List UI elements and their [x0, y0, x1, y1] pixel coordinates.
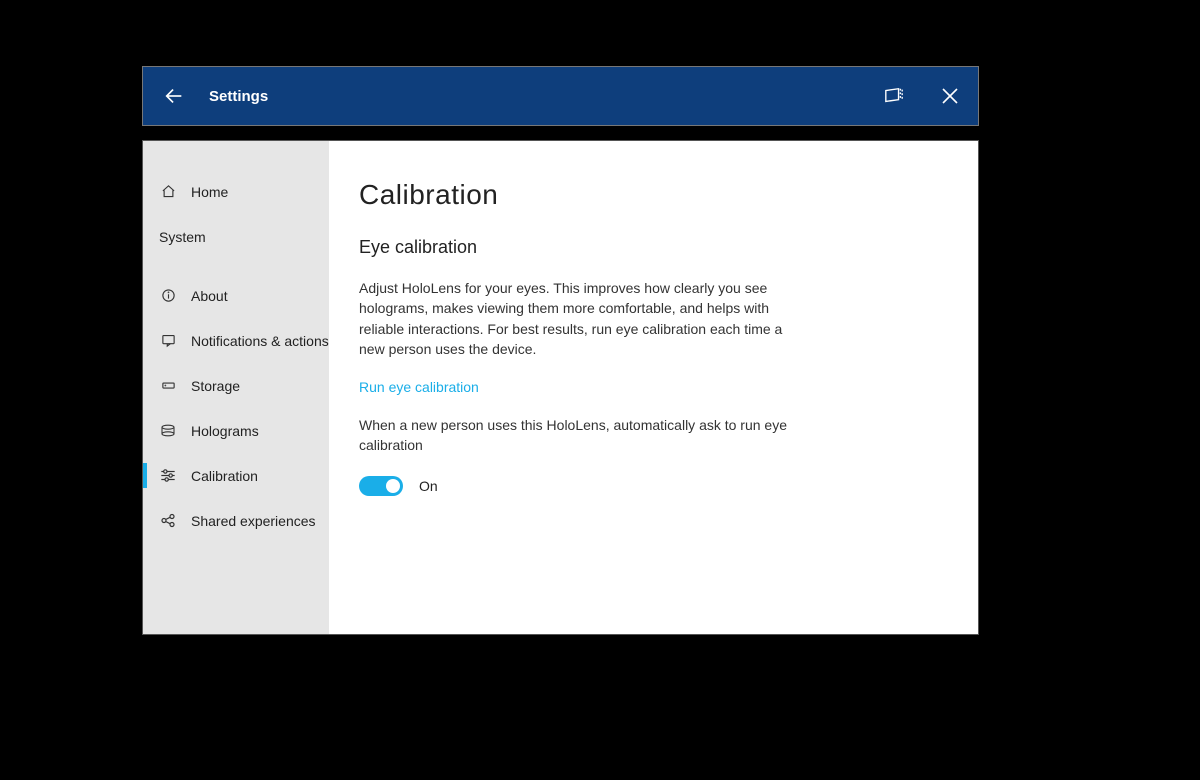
- run-eye-calibration-link[interactable]: Run eye calibration: [359, 379, 479, 395]
- sidebar-item-label: Shared experiences: [191, 513, 316, 529]
- sidebar-item-about[interactable]: About: [143, 273, 329, 318]
- sidebar-category-system[interactable]: System: [143, 214, 329, 259]
- page-title: Calibration: [359, 179, 948, 211]
- settings-window: Home System About: [142, 140, 979, 635]
- auto-calibration-toggle[interactable]: [359, 476, 403, 496]
- sidebar-item-label: Holograms: [191, 423, 259, 439]
- follow-me-button[interactable]: [866, 66, 922, 126]
- sidebar-item-holograms[interactable]: Holograms: [143, 408, 329, 453]
- holograms-icon: [159, 423, 177, 438]
- auto-calibration-toggle-row: On: [359, 476, 948, 496]
- close-icon: [941, 87, 959, 105]
- sidebar-item-label: Storage: [191, 378, 240, 394]
- sidebar-item-shared-experiences[interactable]: Shared experiences: [143, 498, 329, 543]
- info-icon: [159, 288, 177, 303]
- sidebar: Home System About: [143, 141, 329, 634]
- section-title: Eye calibration: [359, 237, 948, 258]
- sidebar-item-home[interactable]: Home: [143, 169, 329, 214]
- storage-icon: [159, 378, 177, 393]
- back-button[interactable]: [149, 66, 199, 126]
- close-button[interactable]: [922, 66, 978, 126]
- notification-icon: [159, 333, 177, 348]
- sidebar-item-label: Notifications & actions: [191, 333, 329, 349]
- sidebar-item-storage[interactable]: Storage: [143, 363, 329, 408]
- section-description: Adjust HoloLens for your eyes. This impr…: [359, 278, 799, 359]
- auto-calibration-prompt: When a new person uses this HoloLens, au…: [359, 415, 799, 456]
- window-frame-icon: [883, 86, 905, 106]
- sidebar-item-label: Home: [191, 184, 228, 200]
- window-title: Settings: [209, 88, 268, 105]
- titlebar: Settings: [142, 66, 979, 126]
- sidebar-item-calibration[interactable]: Calibration: [143, 453, 329, 498]
- sidebar-item-notifications[interactable]: Notifications & actions: [143, 318, 329, 363]
- toggle-state-label: On: [419, 478, 438, 494]
- calibration-icon: [159, 468, 177, 483]
- home-icon: [159, 184, 177, 199]
- sidebar-category-label: System: [159, 229, 206, 245]
- sidebar-item-label: About: [191, 288, 228, 304]
- back-arrow-icon: [163, 85, 185, 107]
- shared-experiences-icon: [159, 513, 177, 528]
- sidebar-item-label: Calibration: [191, 468, 258, 484]
- main-panel: Calibration Eye calibration Adjust HoloL…: [329, 141, 978, 634]
